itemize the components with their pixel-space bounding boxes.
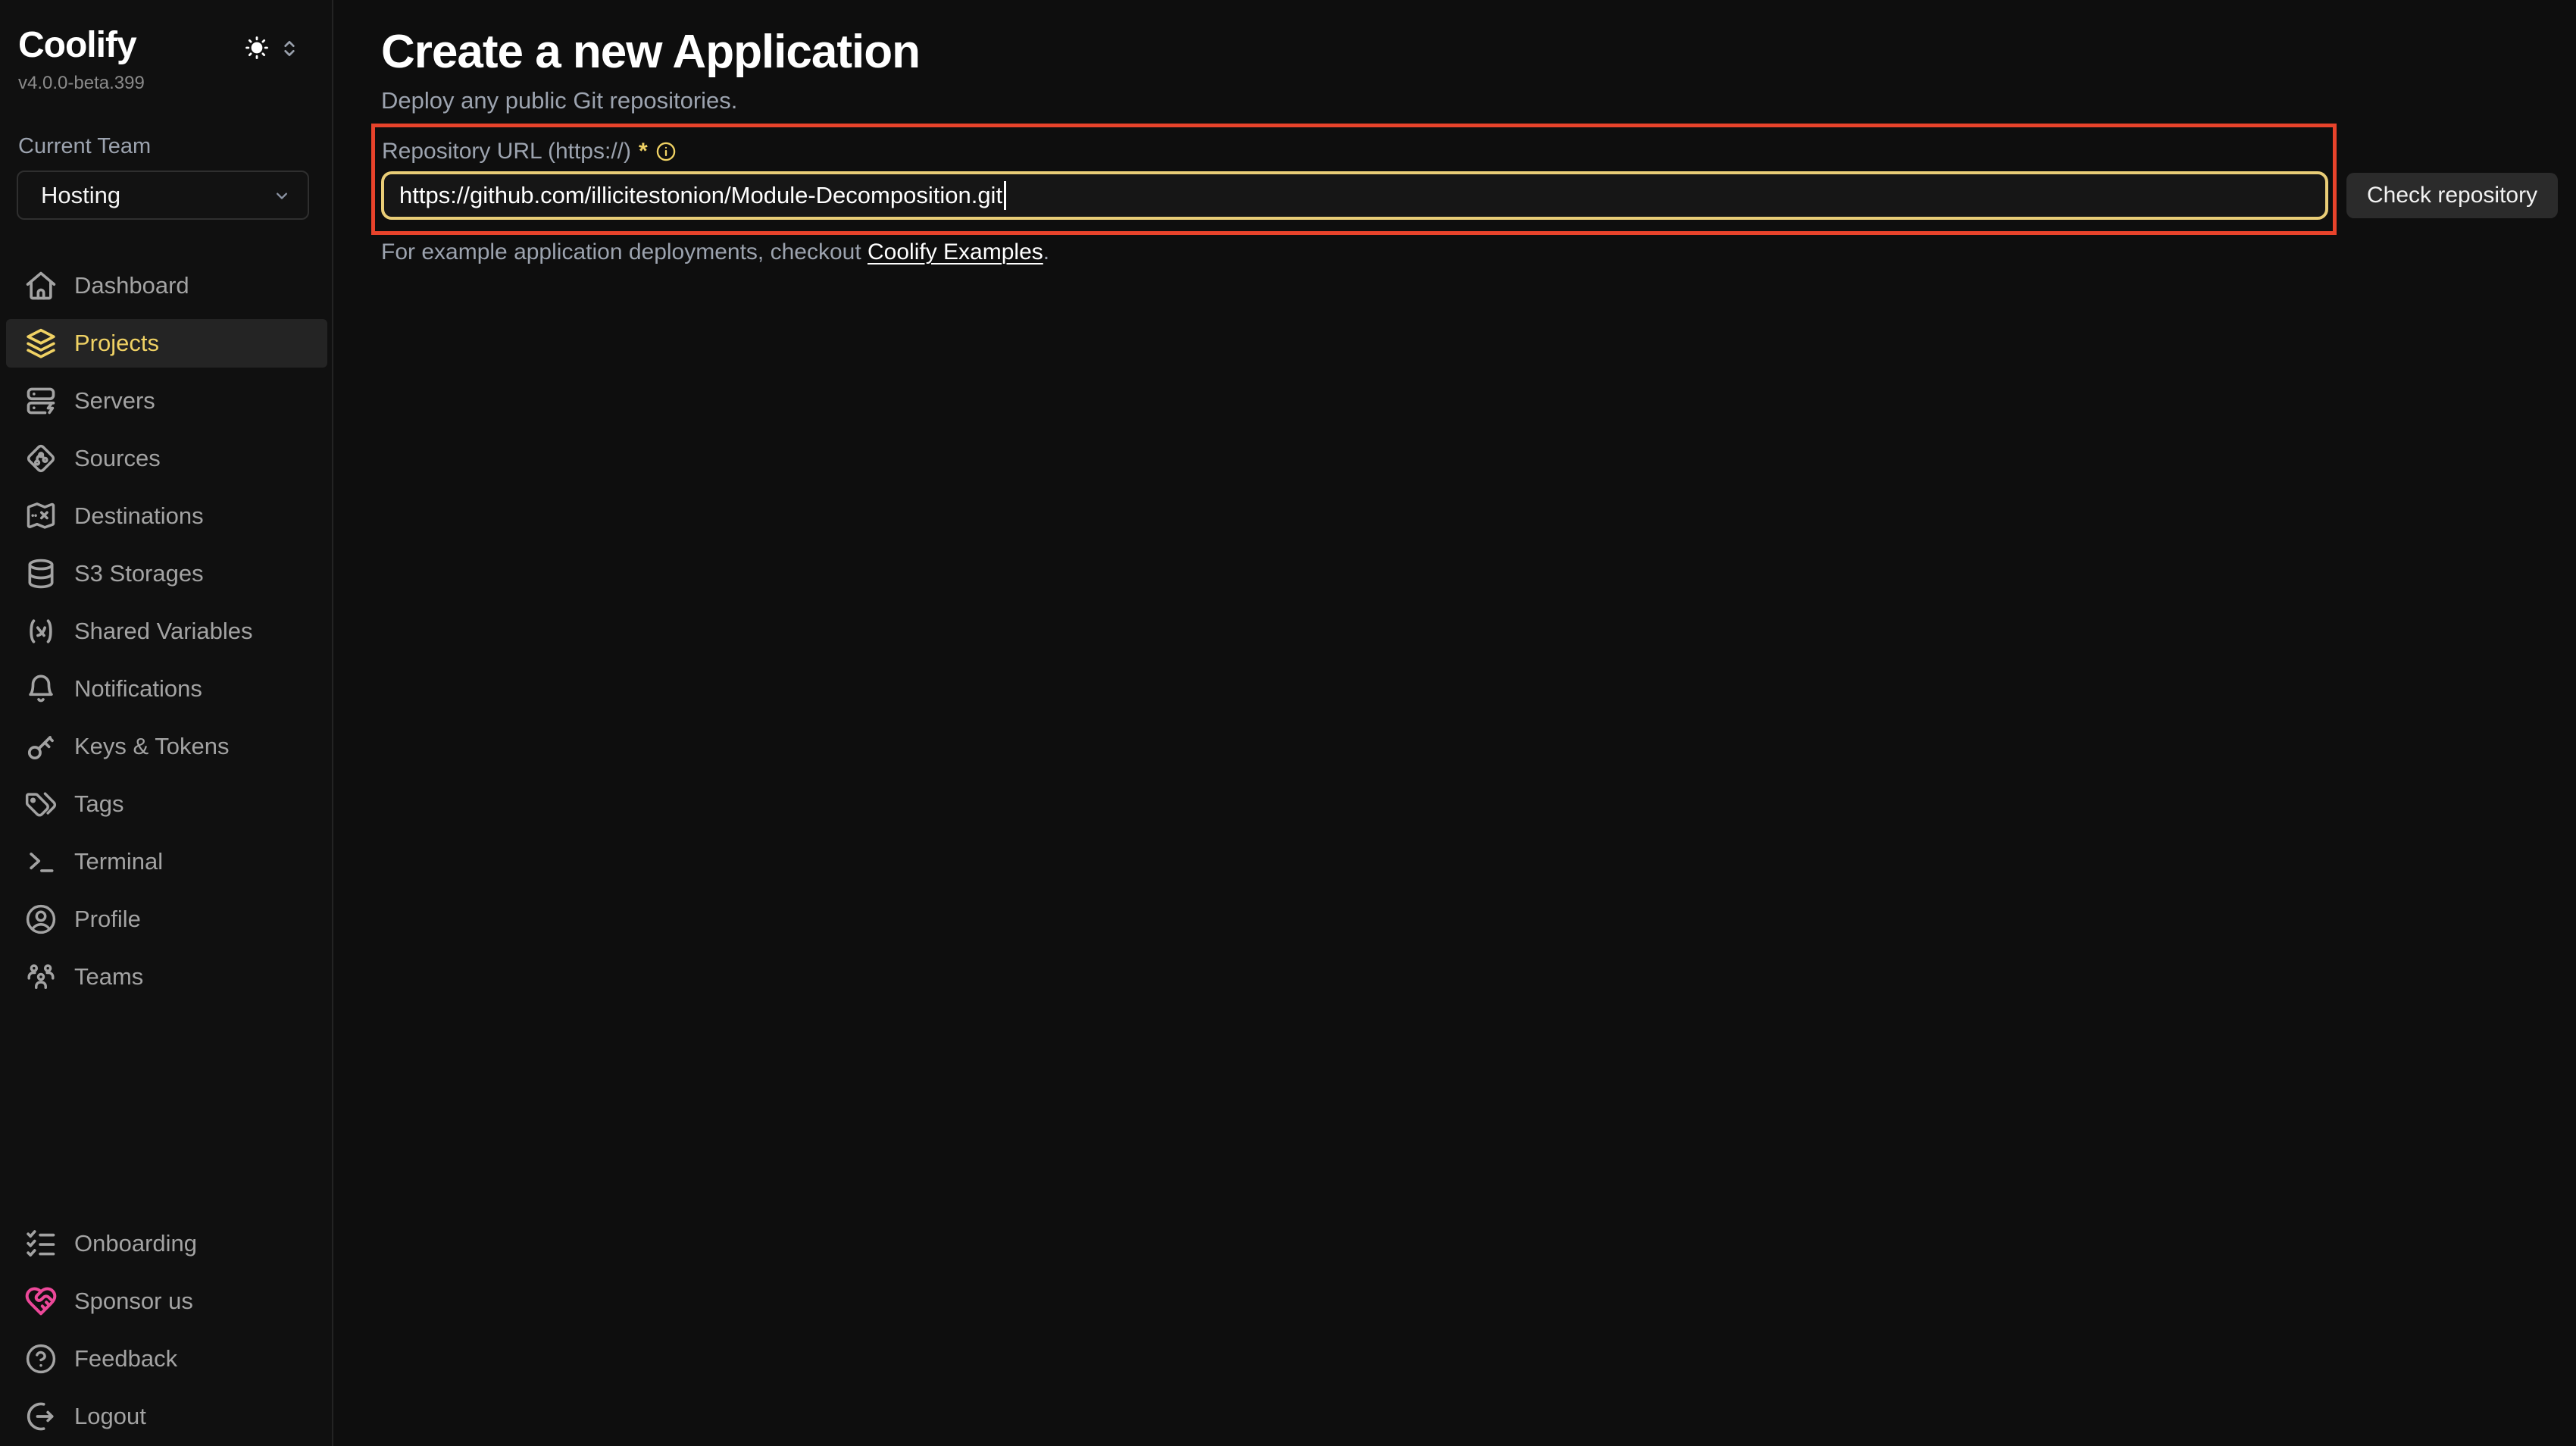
- sidebar-item-onboarding[interactable]: Onboarding: [6, 1219, 327, 1268]
- sidebar-item-label: Destinations: [74, 502, 204, 530]
- check-repository-button[interactable]: Check repository: [2346, 173, 2558, 218]
- user-circle-icon: [24, 903, 58, 936]
- text-caret: [1004, 181, 1006, 210]
- sidebar-item-terminal[interactable]: Terminal: [6, 837, 327, 886]
- app-logo: Coolify: [18, 24, 136, 66]
- sidebar-item-feedback[interactable]: Feedback: [6, 1335, 327, 1383]
- list-checks-icon: [24, 1227, 58, 1260]
- chevron-down-icon: [271, 185, 292, 206]
- coolify-examples-link[interactable]: Coolify Examples: [868, 239, 1043, 264]
- sidebar-item-label: Keys & Tokens: [74, 733, 229, 760]
- users-icon: [24, 960, 58, 994]
- page-subtitle: Deploy any public Git repositories.: [381, 87, 737, 114]
- terminal-icon: [24, 845, 58, 878]
- team-select-value: Hosting: [41, 182, 120, 209]
- sidebar-item-label: Servers: [74, 387, 155, 415]
- sidebar-item-label: Teams: [74, 963, 143, 991]
- sidebar-item-teams[interactable]: Teams: [6, 953, 327, 1001]
- sidebar-item-label: Terminal: [74, 848, 163, 875]
- sidebar-item-sponsor-us[interactable]: Sponsor us: [6, 1277, 327, 1326]
- repository-url-label-row: Repository URL (https://) *: [382, 139, 677, 164]
- sidebar-item-keys-tokens[interactable]: Keys & Tokens: [6, 722, 327, 771]
- sidebar-item-label: Tags: [74, 790, 123, 818]
- tags-icon: [24, 787, 58, 821]
- sidebar-item-label: Sources: [74, 445, 161, 472]
- page-title: Create a new Application: [381, 25, 920, 79]
- bell-icon: [24, 672, 58, 706]
- sidebar-item-shared-variables[interactable]: Shared Variables: [6, 607, 327, 656]
- database-icon: [24, 557, 58, 590]
- sidebar-item-label: Sponsor us: [74, 1288, 193, 1315]
- logout-icon: [24, 1400, 58, 1433]
- sidebar-item-label: Profile: [74, 906, 141, 933]
- help-circle-icon: [24, 1342, 58, 1376]
- sidebar-item-label: Feedback: [74, 1345, 177, 1372]
- sidebar-item-label: Notifications: [74, 675, 202, 703]
- heart-handshake-icon: [24, 1285, 58, 1318]
- repository-url-value: https://github.com/illicitestonion/Modul…: [399, 182, 1002, 209]
- git-source-icon: [24, 442, 58, 475]
- map-icon: [24, 499, 58, 533]
- sidebar-item-s3-storages[interactable]: S3 Storages: [6, 549, 327, 598]
- info-icon[interactable]: [655, 141, 677, 162]
- server-icon: [24, 384, 58, 418]
- helper-suffix: .: [1043, 239, 1049, 264]
- sidebar-item-profile[interactable]: Profile: [6, 895, 327, 944]
- sidebar-footer-nav: Onboarding Sponsor us Feedback: [0, 1219, 333, 1441]
- variables-icon: [24, 615, 58, 648]
- sidebar-item-label: Shared Variables: [74, 618, 253, 645]
- helper-prefix: For example application deployments, che…: [381, 239, 868, 264]
- theme-toggle-sun-icon[interactable]: [244, 35, 270, 61]
- repository-url-input[interactable]: https://github.com/illicitestonion/Modul…: [381, 171, 2328, 220]
- required-marker: *: [639, 139, 648, 164]
- key-icon: [24, 730, 58, 763]
- current-team-label: Current Team: [18, 134, 151, 159]
- home-icon: [24, 269, 58, 302]
- chevrons-up-down-icon[interactable]: [277, 36, 302, 61]
- sidebar-item-destinations[interactable]: Destinations: [6, 492, 327, 540]
- sidebar-item-label: Logout: [74, 1403, 146, 1430]
- team-select[interactable]: Hosting: [17, 171, 309, 220]
- repository-url-label: Repository URL (https://): [382, 139, 631, 164]
- sidebar-item-dashboard[interactable]: Dashboard: [6, 261, 327, 310]
- sidebar-nav: Dashboard Projects Servers: [0, 261, 333, 1001]
- sidebar-item-projects[interactable]: Projects: [6, 319, 327, 368]
- sidebar-item-sources[interactable]: Sources: [6, 434, 327, 483]
- sidebar-item-logout[interactable]: Logout: [6, 1392, 327, 1441]
- sidebar-item-label: Dashboard: [74, 272, 189, 299]
- sidebar-item-label: Projects: [74, 330, 159, 357]
- helper-text: For example application deployments, che…: [381, 239, 1049, 265]
- sidebar-item-servers[interactable]: Servers: [6, 377, 327, 425]
- layers-icon: [24, 327, 58, 360]
- sidebar-item-notifications[interactable]: Notifications: [6, 665, 327, 713]
- app-version: v4.0.0-beta.399: [18, 73, 145, 94]
- sidebar-item-tags[interactable]: Tags: [6, 780, 327, 828]
- sidebar: Coolify v4.0.0-beta.399 Current Team Hos…: [0, 0, 333, 1446]
- sidebar-item-label: S3 Storages: [74, 560, 204, 587]
- sidebar-item-label: Onboarding: [74, 1230, 197, 1257]
